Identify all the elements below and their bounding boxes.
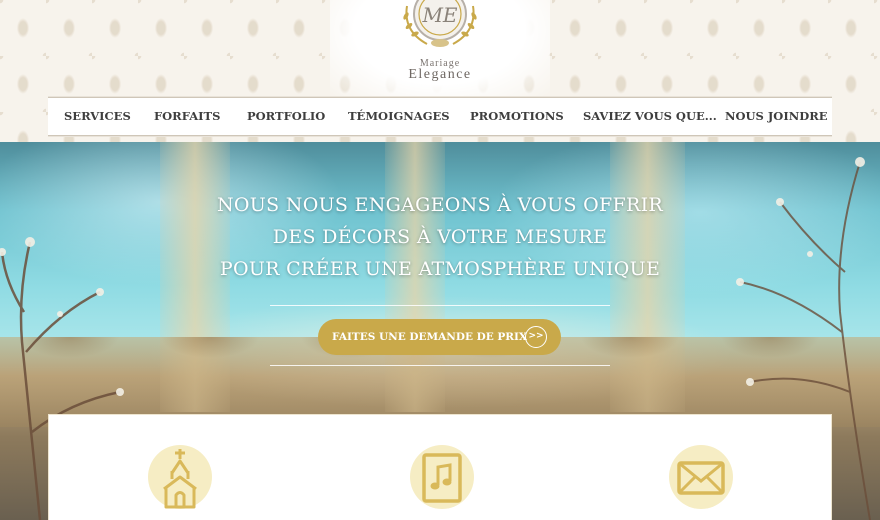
nav-item-saviez-vous-que[interactable]: SAVIEZ VOUS QUE... [583, 98, 717, 135]
chapel-icon[interactable] [148, 445, 212, 509]
site-header: ME Mariage Elegance SERVICES FORFAITS PO… [0, 0, 880, 142]
nav-item-temoignages[interactable]: TÉMOIGNAGES [348, 98, 450, 135]
brand-line2: Elegance [408, 67, 472, 82]
monogram-emblem-icon[interactable]: ME [393, 0, 487, 56]
nav-item-nous-joindre[interactable]: NOUS JOINDRE [725, 98, 828, 135]
hero-divider-top [270, 305, 610, 306]
main-navigation: SERVICES FORFAITS PORTFOLIO TÉMOIGNAGES … [48, 97, 832, 136]
music-note-icon[interactable] [410, 445, 474, 509]
request-quote-label: FAITES UNE DEMANDE DE PRIX [332, 331, 528, 343]
hero-headline-line2: DES DÉCORS À VOTRE MESURE [272, 226, 608, 248]
request-quote-button[interactable]: FAITES UNE DEMANDE DE PRIX >> [318, 319, 561, 355]
nav-item-forfaits[interactable]: FORFAITS [154, 98, 220, 135]
nav-item-promotions[interactable]: PROMOTIONS [470, 98, 564, 135]
hero-divider-bottom [270, 365, 610, 366]
double-chevron-right-icon: >> [525, 326, 547, 348]
svg-text:ME: ME [421, 3, 457, 27]
services-panel [48, 414, 832, 520]
hero-headline-line1: NOUS NOUS ENGAGEONS À VOUS OFFRIR [217, 194, 663, 216]
hero-headline-line3: POUR CRÉER UNE ATMOSPHÈRE UNIQUE [219, 258, 661, 280]
nav-item-portfolio[interactable]: PORTFOLIO [247, 98, 325, 135]
nav-item-services[interactable]: SERVICES [64, 98, 131, 135]
envelope-icon[interactable] [669, 445, 733, 509]
